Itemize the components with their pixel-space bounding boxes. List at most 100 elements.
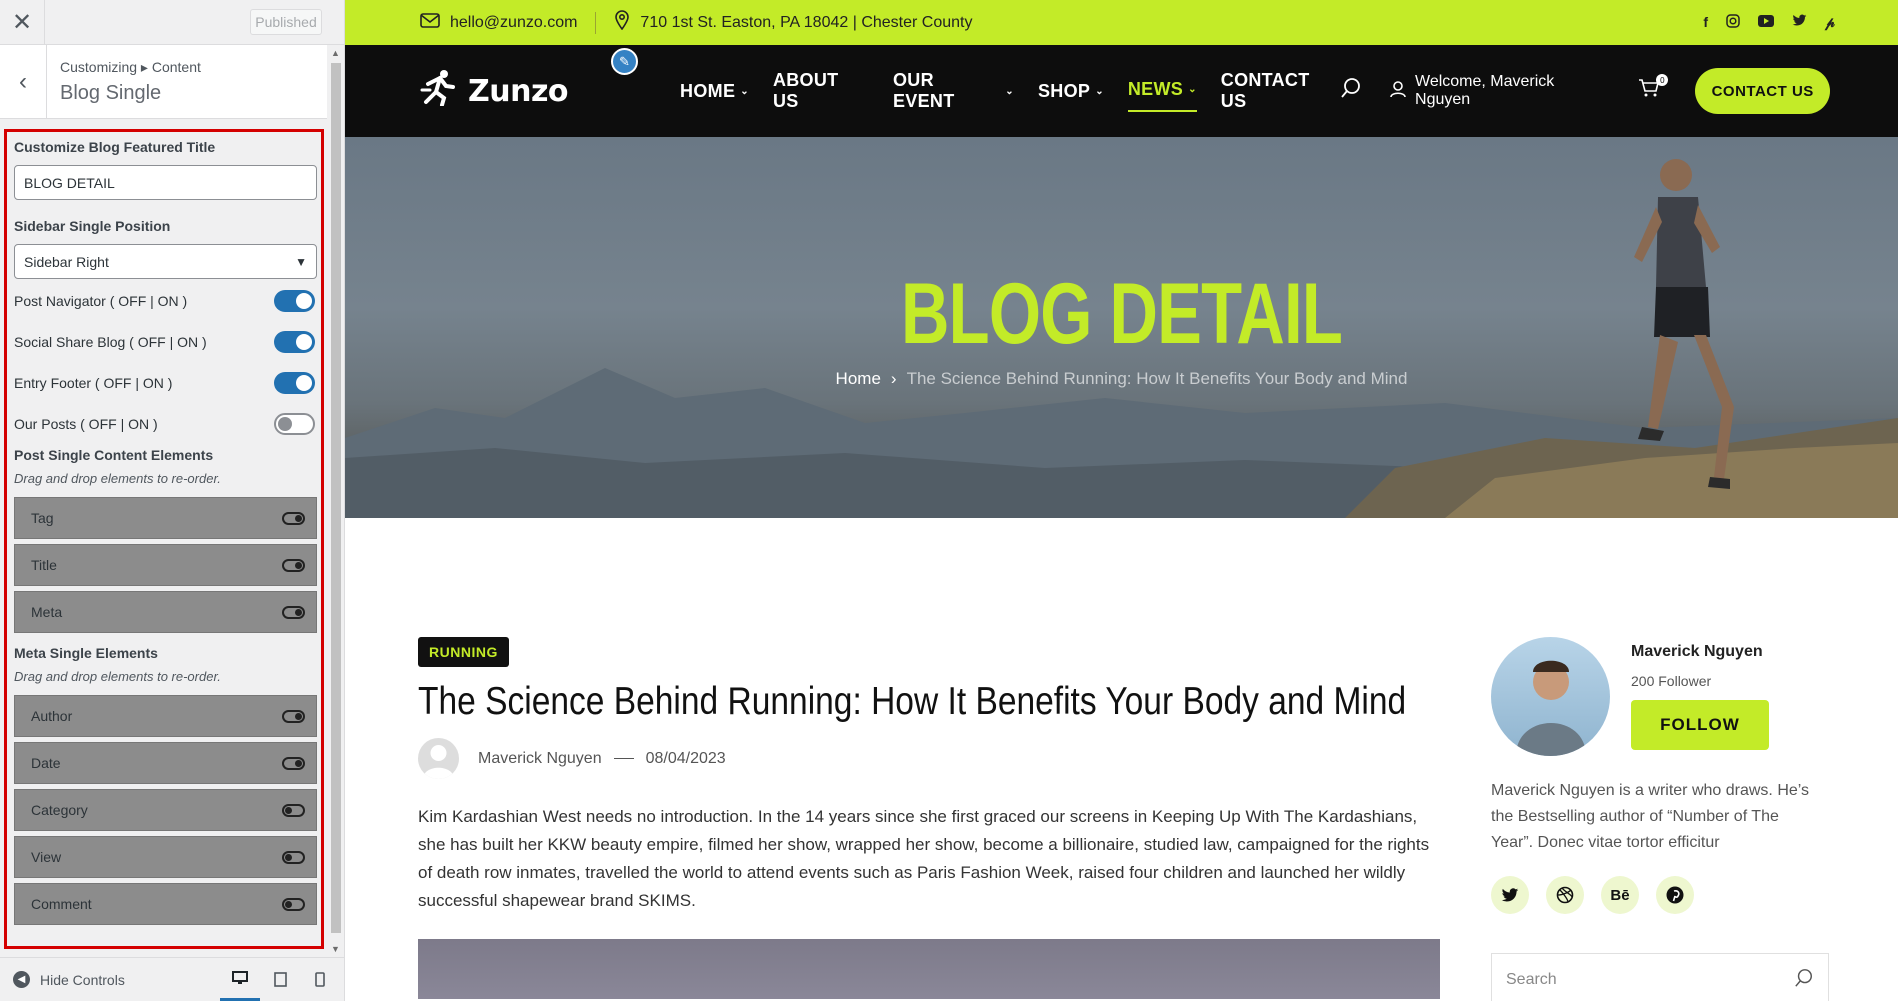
- meta-elements-label: Meta Single Elements: [14, 645, 158, 661]
- toggle-label: Our Posts ( OFF | ON ): [14, 415, 158, 432]
- behance-icon[interactable]: Bē: [1601, 876, 1639, 914]
- sortable-item[interactable]: Comment: [14, 883, 317, 925]
- author-box: Maverick Nguyen 200 Follower FOLLOW: [1491, 637, 1829, 756]
- contact-email[interactable]: hello@zunzo.com: [450, 14, 577, 32]
- toggle-row: Social Share Blog ( OFF | ON ): [14, 321, 315, 362]
- visibility-toggle[interactable]: [282, 709, 305, 723]
- author-followers: 200 Follower: [1631, 673, 1712, 689]
- menu-item-our-event[interactable]: OUR EVENT ⌄: [893, 70, 1014, 112]
- chevron-down-icon: ⌄: [1095, 85, 1104, 97]
- tablet-preview-icon[interactable]: [260, 958, 300, 1001]
- site-preview: hello@zunzo.com 710 1st St. Easton, PA 1…: [345, 0, 1898, 1001]
- facebook-icon[interactable]: f: [1703, 14, 1708, 31]
- post-tag[interactable]: RUNNING: [418, 637, 509, 667]
- visibility-toggle[interactable]: [282, 850, 305, 864]
- publish-button[interactable]: Published: [250, 9, 322, 35]
- mobile-preview-icon[interactable]: [300, 958, 340, 1001]
- blog-post: RUNNING The Science Behind Running: How …: [418, 637, 1440, 999]
- location-pin-icon: [614, 10, 630, 35]
- toggle-switch[interactable]: [274, 371, 315, 394]
- account-link[interactable]: Welcome, Maverick Nguyen: [1389, 73, 1613, 109]
- author-photo: [1491, 637, 1610, 756]
- toggle-label: Entry Footer ( OFF | ON ): [14, 374, 173, 391]
- back-icon[interactable]: ‹: [0, 44, 47, 119]
- scrollbar[interactable]: ▲ ▼: [327, 45, 344, 957]
- scrollbar-thumb[interactable]: [331, 63, 341, 933]
- logo-text: Zunzo: [468, 73, 569, 109]
- post-body: Kim Kardashian West needs no introductio…: [418, 807, 1430, 910]
- twitter-icon[interactable]: [1792, 14, 1807, 31]
- toggle-switch[interactable]: [274, 330, 315, 353]
- menu-list: HOME ⌄ ABOUT US OUR EVENT ⌄ SHOP ⌄ NEWS ⌄ CONTACT…: [680, 70, 1340, 112]
- visibility-toggle[interactable]: [282, 558, 305, 572]
- menu-item-about-us[interactable]: ABOUT US: [773, 70, 869, 112]
- pinterest-icon[interactable]: [1656, 876, 1694, 914]
- collapse-icon: ◀: [13, 971, 30, 988]
- toggle-switch[interactable]: [274, 289, 315, 312]
- customizer-footer: ◀ Hide Controls: [0, 957, 344, 1001]
- customizer-header-bar: ✕ Published: [0, 0, 344, 45]
- sortable-item-label: Tag: [31, 510, 54, 526]
- featured-title-input[interactable]: BLOG DETAIL: [14, 165, 317, 200]
- follow-button[interactable]: FOLLOW: [1631, 700, 1769, 750]
- edit-shortcut-icon[interactable]: ✎: [611, 48, 638, 75]
- scroll-down-icon[interactable]: ▼: [331, 944, 340, 954]
- chevron-down-icon: ▼: [295, 254, 307, 269]
- sortable-item[interactable]: Tag: [14, 497, 317, 539]
- menu-item-shop[interactable]: SHOP ⌄: [1038, 70, 1104, 112]
- customizer-panel: ✕ Published ‹ Customizing ▸ Content Blog…: [0, 0, 345, 1001]
- sortable-item[interactable]: Category: [14, 789, 317, 831]
- sortable-item[interactable]: View: [14, 836, 317, 878]
- social-links: f 𝓅: [1703, 14, 1835, 31]
- pinterest-icon[interactable]: 𝓅: [1825, 14, 1835, 31]
- toggle-switch[interactable]: [274, 412, 315, 435]
- menu-item-contact-us[interactable]: CONTACT US: [1221, 70, 1340, 112]
- twitter-icon[interactable]: [1491, 876, 1529, 914]
- instagram-icon[interactable]: [1726, 14, 1740, 31]
- close-icon[interactable]: ✕: [0, 0, 45, 45]
- sortable-item[interactable]: Title: [14, 544, 317, 586]
- sidebar-position-select[interactable]: Sidebar Right ▼: [14, 244, 317, 279]
- chevron-down-icon: ⌄: [1188, 83, 1197, 95]
- visibility-toggle[interactable]: [282, 803, 305, 817]
- contact-us-button[interactable]: CONTACT US: [1695, 68, 1830, 114]
- sortable-item-label: Author: [31, 708, 73, 724]
- search-icon[interactable]: [1340, 77, 1362, 105]
- visibility-toggle[interactable]: [282, 756, 305, 770]
- search-icon[interactable]: [1794, 968, 1814, 993]
- toggle-row: Entry Footer ( OFF | ON ): [14, 362, 315, 403]
- visibility-toggle[interactable]: [282, 897, 305, 911]
- section-header: ‹ Customizing ▸ Content Blog Single: [0, 44, 327, 119]
- page-hero: BLOG DETAIL Home › The Science Behind Ru…: [345, 137, 1898, 518]
- sortable-item[interactable]: Meta: [14, 591, 317, 633]
- blog-sidebar: Maverick Nguyen 200 Follower FOLLOW Mave…: [1491, 637, 1829, 1001]
- toggle-row: Post Navigator ( OFF | ON ): [14, 280, 315, 321]
- menu-item-home[interactable]: HOME ⌄: [680, 70, 749, 112]
- post-date: 08/04/2023: [645, 749, 726, 767]
- scroll-up-icon[interactable]: ▲: [331, 48, 340, 58]
- sortable-item-label: Title: [31, 557, 57, 573]
- breadcrumb: Home › The Science Behind Running: How I…: [345, 369, 1898, 389]
- post-author[interactable]: Maverick Nguyen: [478, 750, 602, 768]
- content-elements-label: Post Single Content Elements: [14, 447, 214, 463]
- sidebar-search-input[interactable]: Search: [1491, 953, 1829, 1001]
- sortable-item[interactable]: Date: [14, 742, 317, 784]
- youtube-icon[interactable]: [1758, 14, 1775, 31]
- sortable-item[interactable]: Author: [14, 695, 317, 737]
- menu-item-label: SHOP: [1037, 80, 1091, 101]
- desktop-preview-icon[interactable]: [220, 958, 260, 1001]
- visibility-toggle[interactable]: [282, 511, 305, 525]
- author-social-links: Bē: [1491, 876, 1829, 914]
- dribbble-icon[interactable]: [1546, 876, 1584, 914]
- menu-item-label: NEWS: [1127, 78, 1184, 99]
- cart-icon[interactable]: 0: [1638, 74, 1669, 104]
- hide-controls-label: Hide Controls: [40, 971, 125, 988]
- cart-count-badge: 0: [1656, 74, 1669, 86]
- hide-controls-button[interactable]: ◀ Hide Controls: [0, 971, 220, 988]
- author-name: Maverick Nguyen: [1631, 643, 1763, 660]
- menu-item-news[interactable]: NEWS ⌄: [1127, 70, 1197, 112]
- sidebar-position-value: Sidebar Right: [24, 253, 109, 270]
- visibility-toggle[interactable]: [282, 605, 305, 619]
- breadcrumb-home[interactable]: Home: [836, 369, 881, 389]
- site-logo[interactable]: Zunzo: [420, 68, 569, 115]
